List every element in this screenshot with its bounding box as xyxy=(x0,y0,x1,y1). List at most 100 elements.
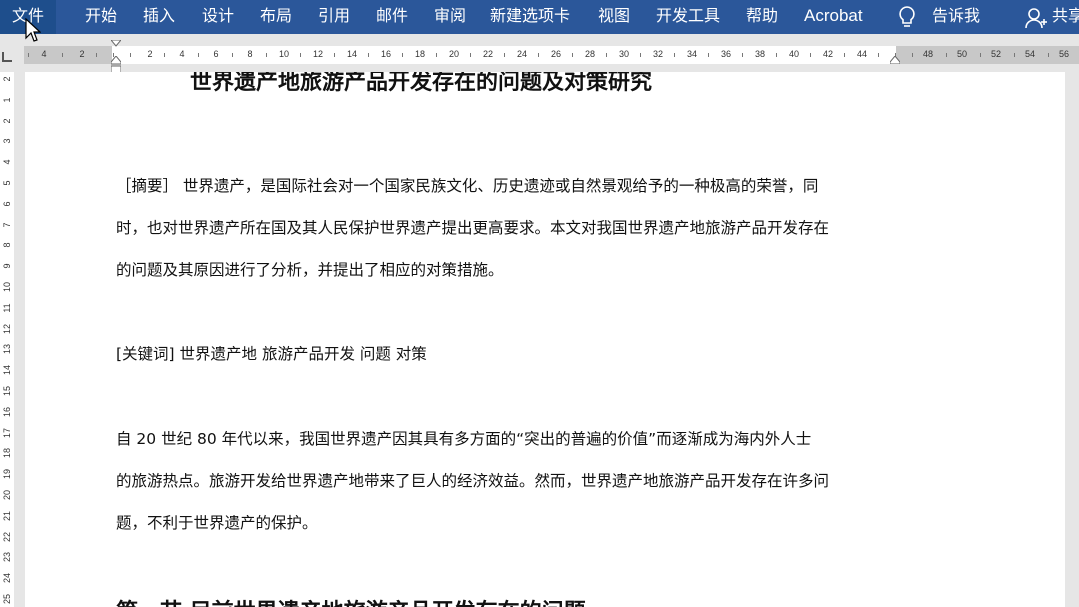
ruler-left-margin xyxy=(24,46,112,64)
ruler-label: 20 xyxy=(448,49,460,59)
ruler-tick xyxy=(912,53,913,57)
ruler-tick xyxy=(980,53,981,57)
share-person-icon[interactable] xyxy=(1025,6,1047,30)
horizontal-ruler[interactable]: 4 2 2 4 6 8 10 12 14 16 18 20 22 24 26 28 30 32 34 36 38 40 42… xyxy=(24,46,1079,64)
vertical-ruler-label: 2 xyxy=(2,118,12,124)
ruler-tick xyxy=(640,53,641,57)
tab-1[interactable]: 开始 xyxy=(85,0,117,34)
ruler-label: 42 xyxy=(822,49,834,59)
ruler-label: 44 xyxy=(856,49,868,59)
tab-3[interactable]: 设计 xyxy=(202,0,234,34)
ruler-tick xyxy=(708,53,709,57)
ruler-label: 8 xyxy=(247,49,253,59)
ruler-tick xyxy=(776,53,777,57)
vertical-ruler-label: 15 xyxy=(2,386,12,397)
ruler-tick xyxy=(232,53,233,57)
vertical-ruler-label: 17 xyxy=(2,427,12,438)
ruler-label: 56 xyxy=(1058,49,1070,59)
ruler-tick xyxy=(946,53,947,57)
vertical-ruler-label: 7 xyxy=(2,222,12,228)
tab-selector-icon[interactable] xyxy=(2,52,12,62)
ruler-tick xyxy=(334,53,335,57)
ruler-label: 24 xyxy=(516,49,528,59)
right-indent-marker[interactable] xyxy=(890,56,900,64)
ruler-label: 52 xyxy=(990,49,1002,59)
abstract-line-3: 的问题及其原因进行了分析，并提出了相应的对策措施。 xyxy=(116,261,504,279)
tab-9[interactable]: 视图 xyxy=(598,0,630,34)
tab-2[interactable]: 插入 xyxy=(143,0,175,34)
horizontal-ruler-area: 4 2 2 4 6 8 10 12 14 16 18 20 22 24 26 28 30 32 34 36 38 40 42… xyxy=(0,38,1079,74)
ruler-label: 14 xyxy=(346,49,358,59)
ruler-label: 38 xyxy=(754,49,766,59)
ruler-tick xyxy=(742,53,743,57)
section-heading: 第一节 目前世界遗产地旅游产品开发存在的问题 xyxy=(116,594,586,607)
tab-4[interactable]: 布局 xyxy=(260,0,292,34)
abstract-line-1: ［摘要］ 世界遗产，是国际社会对一个国家民族文化、历史遗迹或自然景观给予的一种极… xyxy=(116,177,819,195)
intro-line-3: 题，不利于世界遗产的保护。 xyxy=(116,514,318,532)
ruler-tick xyxy=(266,53,267,57)
ruler-tick xyxy=(844,53,845,57)
tab-8[interactable]: 新建选项卡 xyxy=(490,0,570,34)
vertical-ruler-label: 23 xyxy=(2,552,12,563)
vertical-ruler-label: 11 xyxy=(2,303,12,313)
vertical-ruler[interactable]: 2 1 2 3 4 5 6 7 8 9 10 11 12 13 14 15 16 17 18 19 20 21 22 23 24… xyxy=(0,72,14,607)
document-title: 世界遗产地旅游产品开发存在的问题及对策研究 xyxy=(190,72,653,95)
vertical-ruler-label: 25 xyxy=(2,594,12,605)
first-line-indent-marker[interactable] xyxy=(111,40,121,48)
intro-line-2: 的旅游热点。旅游开发给世界遗产地带来了巨人的经济效益。然而，世界遗产地旅游产品开… xyxy=(116,472,830,490)
ruler-tick xyxy=(368,53,369,57)
mouse-cursor-icon xyxy=(25,18,41,42)
ruler-tick xyxy=(62,53,63,57)
ruler-tick xyxy=(606,53,607,57)
ruler-tick xyxy=(674,53,675,57)
ruler-label: 34 xyxy=(686,49,698,59)
document-page[interactable]: 世界遗产地旅游产品开发存在的问题及对策研究 ［摘要］ 世界遗产，是国际社会对一个… xyxy=(25,72,1065,607)
ruler-label: 28 xyxy=(584,49,596,59)
vertical-ruler-label: 16 xyxy=(2,406,12,417)
ruler-tick xyxy=(28,53,29,57)
ruler-label: 22 xyxy=(482,49,494,59)
ruler-label: 32 xyxy=(652,49,664,59)
vertical-ruler-label: 5 xyxy=(2,180,12,186)
vertical-ruler-label: 4 xyxy=(2,159,12,165)
ruler-tick xyxy=(96,53,97,57)
vertical-ruler-label: 21 xyxy=(2,510,12,521)
share-button[interactable]: 共享 xyxy=(1052,0,1079,34)
keywords-line: [关键词] 世界遗产地 旅游产品开发 问题 对策 xyxy=(116,345,427,363)
ribbon-tab-bar: 文件 开始 插入 设计 布局 引用 邮件 审阅 新建选项卡 视图 开发工具 帮助 Acrobat 告诉我… xyxy=(0,0,1079,34)
tab-10[interactable]: 开发工具 xyxy=(656,0,720,34)
ruler-label: 12 xyxy=(312,49,324,59)
vertical-ruler-label: 19 xyxy=(2,469,12,480)
ruler-tick xyxy=(300,53,301,57)
ruler-label: 30 xyxy=(618,49,630,59)
vertical-ruler-label: 6 xyxy=(2,201,12,207)
vertical-ruler-label: 10 xyxy=(2,282,12,293)
ruler-tick xyxy=(1048,53,1049,57)
ruler-label: 10 xyxy=(278,49,290,59)
ruler-tick xyxy=(198,53,199,57)
ruler-label: 48 xyxy=(922,49,934,59)
lightbulb-icon[interactable] xyxy=(895,5,919,29)
tab-6[interactable]: 邮件 xyxy=(376,0,408,34)
ruler-label: 4 xyxy=(179,49,185,59)
ruler-tick xyxy=(878,53,879,57)
vertical-ruler-label: 1 xyxy=(2,97,12,103)
right-gutter xyxy=(1065,72,1079,607)
ruler-label: 54 xyxy=(1024,49,1036,59)
tab-12[interactable]: Acrobat xyxy=(804,0,863,34)
tell-me-search[interactable]: 告诉我 xyxy=(932,0,980,34)
ruler-tick xyxy=(810,53,811,57)
tab-5[interactable]: 引用 xyxy=(318,0,350,34)
ruler-tick xyxy=(538,53,539,57)
vertical-ruler-label: 8 xyxy=(2,242,12,248)
tab-11[interactable]: 帮助 xyxy=(746,0,778,34)
vertical-ruler-label: 24 xyxy=(2,573,12,584)
ruler-tick xyxy=(572,53,573,57)
ruler-label: 40 xyxy=(788,49,800,59)
vertical-ruler-label: 2 xyxy=(2,76,12,82)
abstract-line-2: 时，也对世界遗产所在国及其人民保护世界遗产提出更高要求。本文对我国世界遗产地旅游… xyxy=(116,219,830,237)
vertical-ruler-label: 20 xyxy=(2,490,12,501)
ruler-label: 16 xyxy=(380,49,392,59)
ruler-label: 26 xyxy=(550,49,562,59)
tab-7[interactable]: 审阅 xyxy=(434,0,466,34)
